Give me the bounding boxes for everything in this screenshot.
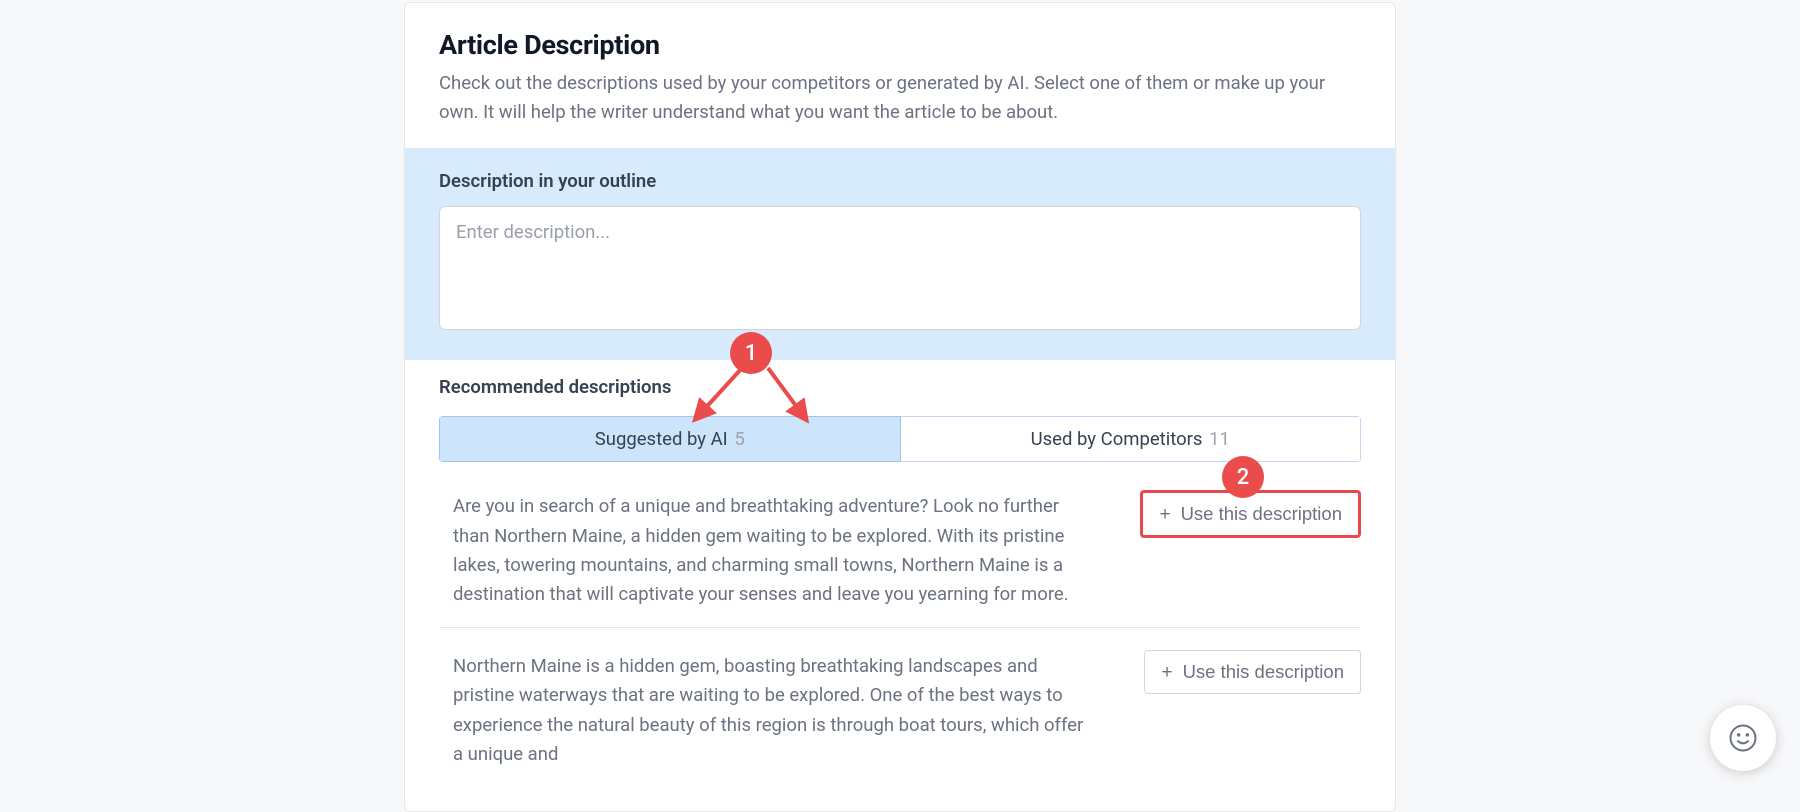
plus-icon: +	[1161, 663, 1172, 682]
outline-section: Description in your outline	[405, 148, 1395, 360]
feedback-button[interactable]	[1710, 705, 1776, 771]
tab-used-by-competitors[interactable]: Used by Competitors 11	[901, 416, 1362, 462]
use-this-description-button[interactable]: + Use this description	[1140, 490, 1361, 538]
page-subtitle: Check out the descriptions used by your …	[439, 69, 1361, 126]
recommended-section: Recommended descriptions Suggested by AI…	[405, 360, 1395, 787]
description-item: Northern Maine is a hidden gem, boasting…	[439, 652, 1361, 787]
use-btn-label: Use this description	[1183, 661, 1344, 683]
smiley-icon	[1728, 723, 1758, 753]
card-header: Article Description Check out the descri…	[405, 3, 1395, 148]
tabs: Suggested by AI 5 Used by Competitors 11	[439, 416, 1361, 462]
description-item: Are you in search of a unique and breath…	[439, 492, 1361, 628]
plus-icon: +	[1159, 505, 1170, 524]
use-btn-label: Use this description	[1181, 503, 1342, 525]
description-input[interactable]	[439, 206, 1361, 330]
annotation-badge-1: 1	[730, 332, 772, 374]
use-this-description-button[interactable]: + Use this description	[1144, 650, 1361, 694]
page-title: Article Description	[439, 29, 1361, 61]
recommended-label: Recommended descriptions	[439, 376, 1361, 398]
tab-competitors-label: Used by Competitors	[1031, 428, 1203, 450]
article-description-card: Article Description Check out the descri…	[404, 2, 1396, 812]
tab-ai-count: 5	[734, 428, 744, 450]
description-text: Northern Maine is a hidden gem, boasting…	[439, 652, 1088, 769]
description-text: Are you in search of a unique and breath…	[439, 492, 1084, 609]
tab-ai-label: Suggested by AI	[595, 428, 728, 450]
tab-suggested-by-ai[interactable]: Suggested by AI 5	[439, 416, 901, 462]
outline-label: Description in your outline	[439, 170, 1361, 192]
annotation-badge-2: 2	[1222, 456, 1264, 498]
description-list: Are you in search of a unique and breath…	[439, 492, 1361, 787]
tab-competitors-count: 11	[1209, 428, 1230, 450]
